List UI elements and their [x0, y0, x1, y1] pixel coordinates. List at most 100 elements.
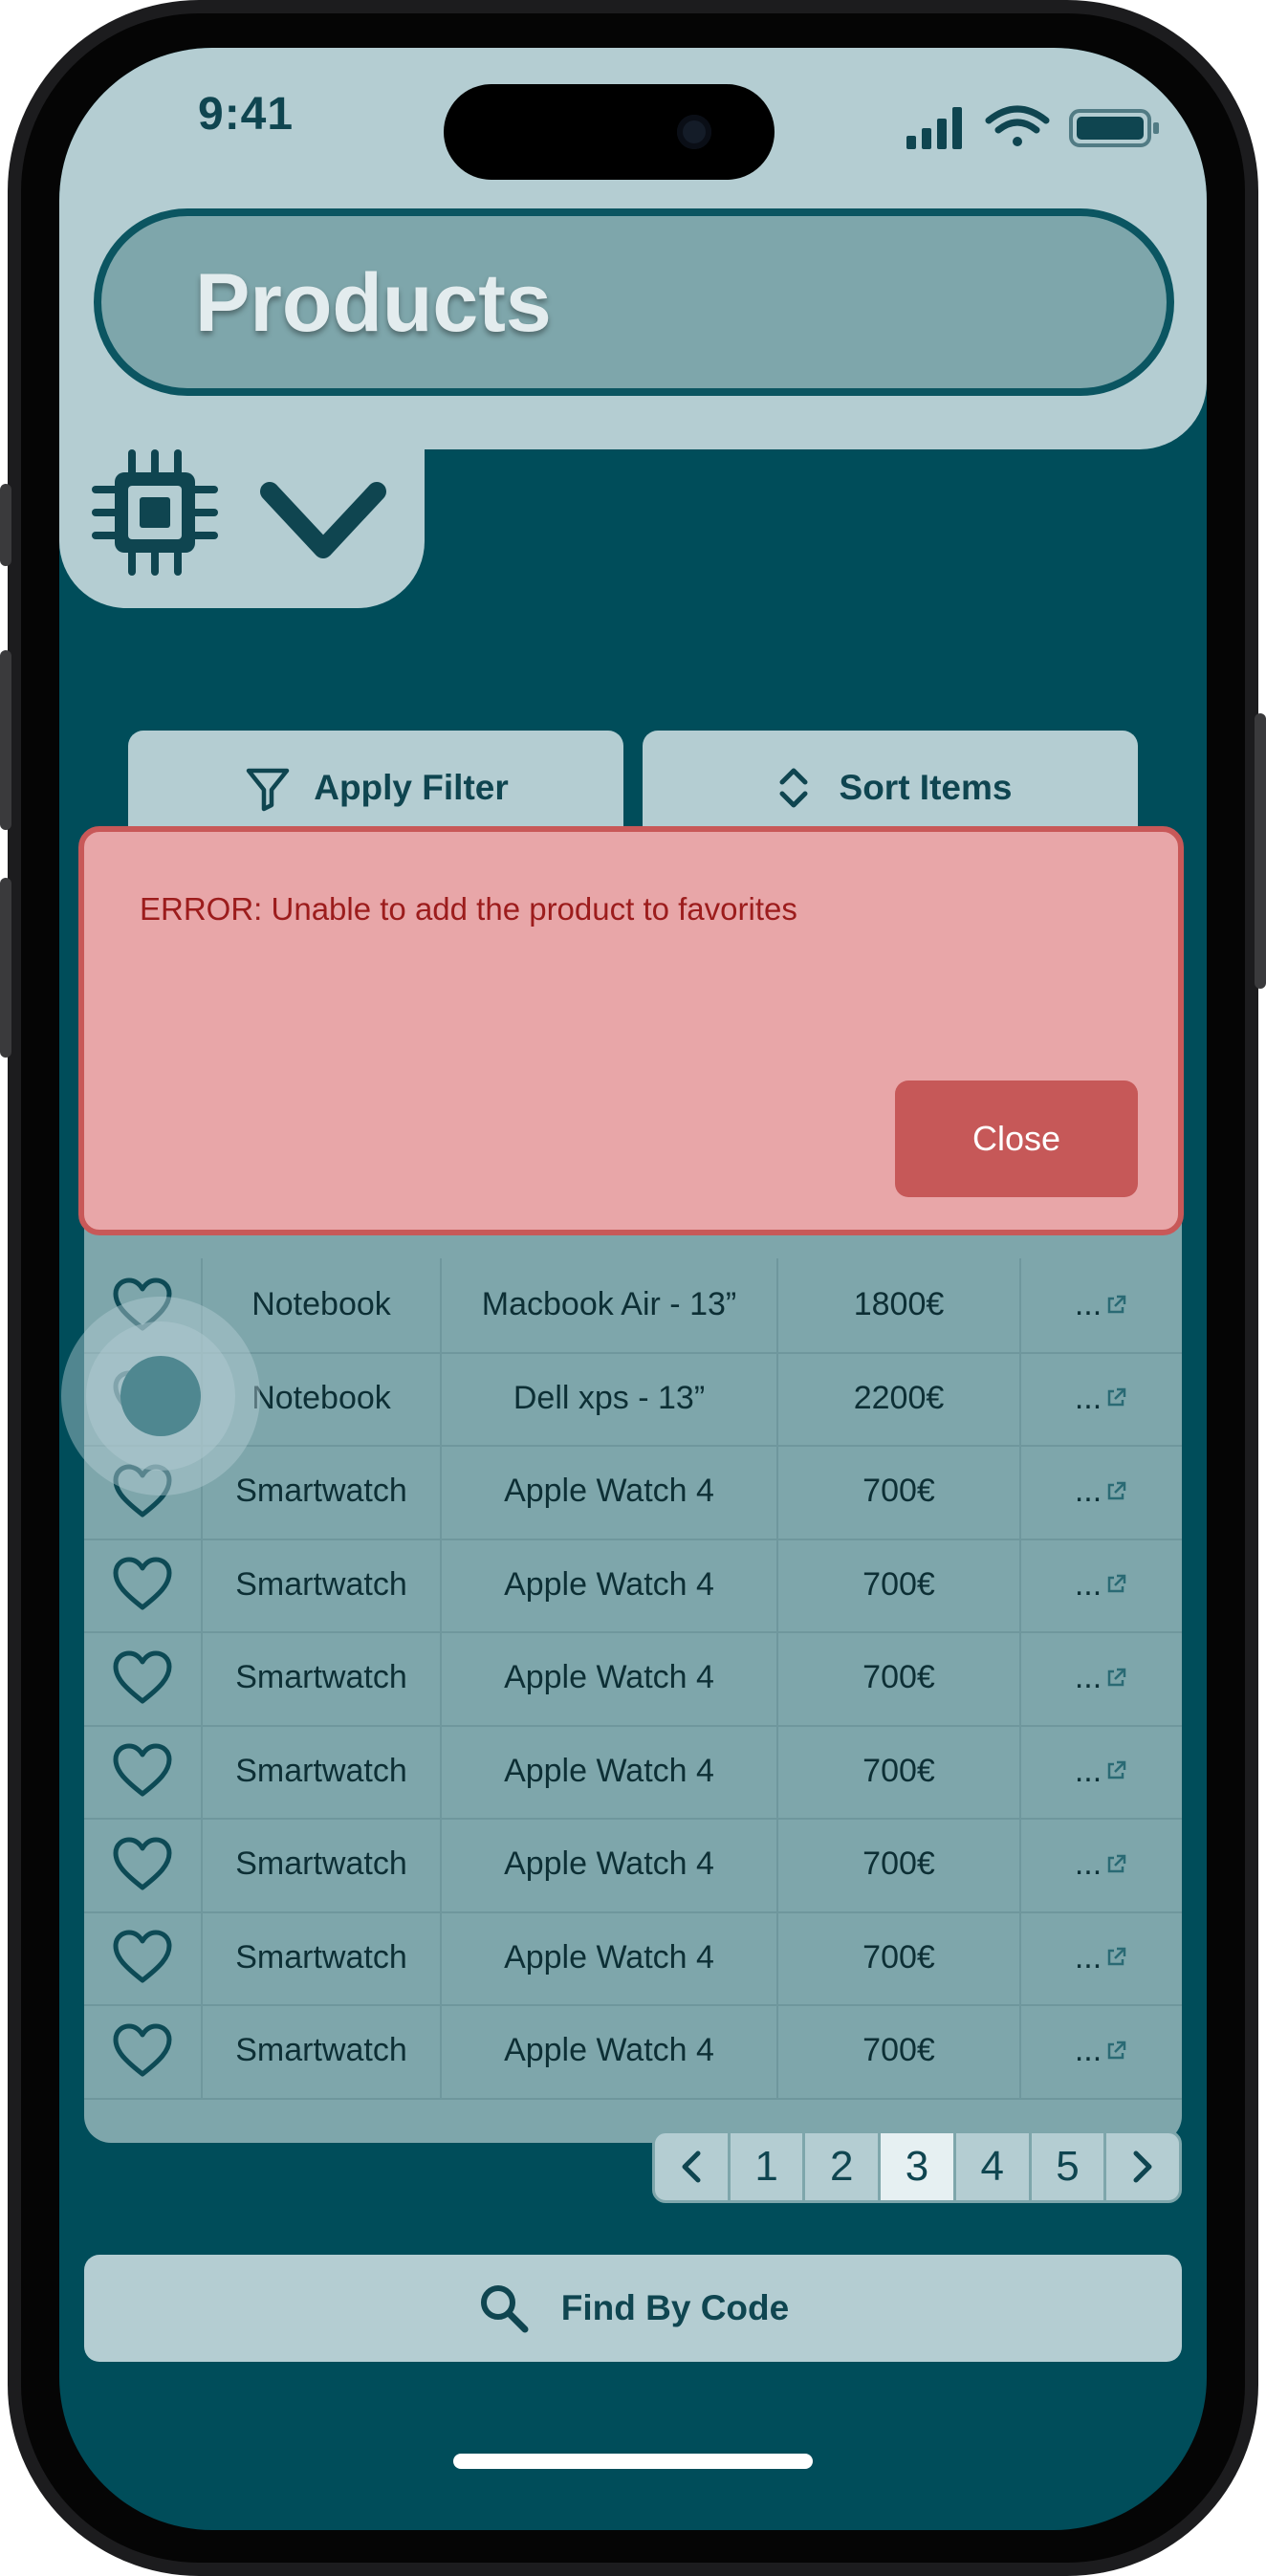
category-cell: Smartwatch [203, 1910, 442, 2004]
favorite-toggle[interactable] [84, 1631, 203, 1725]
table-row[interactable]: Smartwatch Apple Watch 4 700€... [84, 1445, 1182, 1540]
category-cell: Smartwatch [203, 1445, 442, 1539]
find-by-code-label: Find By Code [560, 2288, 790, 2327]
external-link-icon [1107, 2041, 1126, 2059]
product-table: Notebook Macbook Air - 13” 1800€... Noteboo… [84, 1182, 1182, 2143]
battery-icon [1069, 109, 1159, 147]
details-link[interactable]: ... [1021, 1352, 1182, 1446]
find-by-code-button[interactable]: Find By Code [84, 2255, 1182, 2362]
category-cell: Smartwatch [203, 1538, 442, 1631]
details-link[interactable]: ... [1021, 1818, 1182, 1911]
dynamic-island [444, 84, 775, 180]
external-link-icon [1107, 1575, 1126, 1593]
error-message: ERROR: Unable to add the product to favo… [140, 891, 797, 927]
pagination: 1 2 3 4 5 [652, 2130, 1182, 2203]
price-cell: 700€ [778, 2004, 1021, 2098]
more-dots: ... [1074, 1752, 1102, 1789]
product-name-cell: Apple Watch 4 [442, 1538, 778, 1631]
heart-icon [113, 1837, 172, 1890]
next-page-button[interactable] [1106, 2133, 1179, 2200]
favorite-toggle[interactable] [84, 1818, 203, 1911]
more-dots: ... [1074, 1286, 1102, 1323]
favorite-toggle[interactable] [84, 1538, 203, 1631]
more-dots: ... [1074, 1845, 1102, 1883]
favorite-toggle[interactable] [84, 1910, 203, 2004]
price-cell: 700€ [778, 1910, 1021, 2004]
price-cell: 700€ [778, 1818, 1021, 1911]
product-name-cell: Macbook Air - 13” [442, 1258, 778, 1352]
status-time: 9:41 [198, 89, 295, 140]
table-row[interactable]: Smartwatch Apple Watch 4 700€... [84, 1538, 1182, 1633]
table-row[interactable]: Smartwatch Apple Watch 4 700€... [84, 1910, 1182, 2006]
table-row[interactable]: Smartwatch Apple Watch 4 700€... [84, 1724, 1182, 1820]
category-cell: Smartwatch [203, 2004, 442, 2098]
price-cell: 700€ [778, 1631, 1021, 1725]
page-button-5[interactable]: 5 [1032, 2133, 1107, 2200]
category-cell: Smartwatch [203, 1631, 442, 1725]
details-link[interactable]: ... [1021, 2004, 1182, 2098]
heart-icon [113, 1557, 172, 1610]
heart-icon [113, 1930, 172, 1983]
favorite-toggle[interactable] [84, 1724, 203, 1818]
page-button-1[interactable]: 1 [731, 2133, 806, 2200]
external-link-icon [1107, 1948, 1126, 1966]
more-dots: ... [1074, 2032, 1102, 2069]
product-name-cell: Apple Watch 4 [442, 1818, 778, 1911]
product-name-cell: Apple Watch 4 [442, 1631, 778, 1725]
page-title: Products [195, 257, 552, 349]
home-indicator[interactable] [453, 2454, 813, 2469]
heart-icon [113, 1743, 172, 1797]
sort-arrows-icon [779, 768, 808, 808]
details-link[interactable]: ... [1021, 1631, 1182, 1725]
funnel-icon [246, 768, 290, 812]
status-icons [906, 105, 1159, 149]
table-row[interactable]: Smartwatch Apple Watch 4 700€... [84, 1818, 1182, 1913]
details-link[interactable]: ... [1021, 1911, 1182, 2005]
page-button-2[interactable]: 2 [805, 2133, 882, 2200]
heart-icon [113, 1650, 172, 1704]
apply-filter-label: Apply Filter [314, 768, 509, 807]
screen: 9:41 Products Apply Filter Sort Items No… [59, 48, 1207, 2530]
chevron-down-icon[interactable] [256, 469, 390, 574]
external-link-icon [1107, 1761, 1126, 1779]
table-row[interactable]: Smartwatch Apple Watch 4 700€... [84, 1631, 1182, 1727]
power-button [1255, 713, 1266, 989]
search-icon [480, 2285, 529, 2333]
details-link[interactable]: ... [1021, 1725, 1182, 1819]
product-name-cell: Dell xps - 13” [442, 1351, 778, 1445]
product-name-cell: Apple Watch 4 [442, 2004, 778, 2098]
chevron-right-icon [1133, 2150, 1152, 2183]
price-cell: 700€ [778, 1724, 1021, 1818]
details-link[interactable]: ... [1021, 1539, 1182, 1632]
action-button [0, 484, 11, 566]
more-dots: ... [1074, 1473, 1102, 1510]
wifi-icon [985, 105, 1050, 146]
external-link-icon [1107, 1295, 1126, 1313]
external-link-icon [1107, 1668, 1126, 1686]
more-dots: ... [1074, 1565, 1102, 1603]
favorite-toggle[interactable] [84, 2004, 203, 2098]
page-button-4[interactable]: 4 [956, 2133, 1032, 2200]
more-dots: ... [1074, 1659, 1102, 1696]
heart-icon [113, 2023, 172, 2077]
external-link-icon [1107, 1481, 1126, 1499]
more-dots: ... [1074, 1938, 1102, 1976]
price-cell: 1800€ [778, 1258, 1021, 1352]
front-camera [677, 115, 711, 149]
price-cell: 700€ [778, 1538, 1021, 1631]
price-cell: 2200€ [778, 1351, 1021, 1445]
signal-icon [906, 107, 962, 149]
product-name-cell: Apple Watch 4 [442, 1910, 778, 2004]
more-dots: ... [1074, 1379, 1102, 1416]
category-cell: Smartwatch [203, 1724, 442, 1818]
page-button-3[interactable]: 3 [881, 2133, 956, 2200]
close-button[interactable]: Close [895, 1081, 1138, 1197]
cpu-chip-icon[interactable] [90, 448, 220, 578]
prev-page-button[interactable] [655, 2133, 731, 2200]
details-link[interactable]: ... [1021, 1445, 1182, 1539]
table-row[interactable]: Notebook Macbook Air - 13” 1800€... [84, 1258, 1182, 1354]
details-link[interactable]: ... [1021, 1258, 1182, 1352]
external-link-icon [1107, 1388, 1126, 1407]
price-cell: 700€ [778, 1445, 1021, 1539]
table-row[interactable]: Smartwatch Apple Watch 4 700€... [84, 2004, 1182, 2100]
